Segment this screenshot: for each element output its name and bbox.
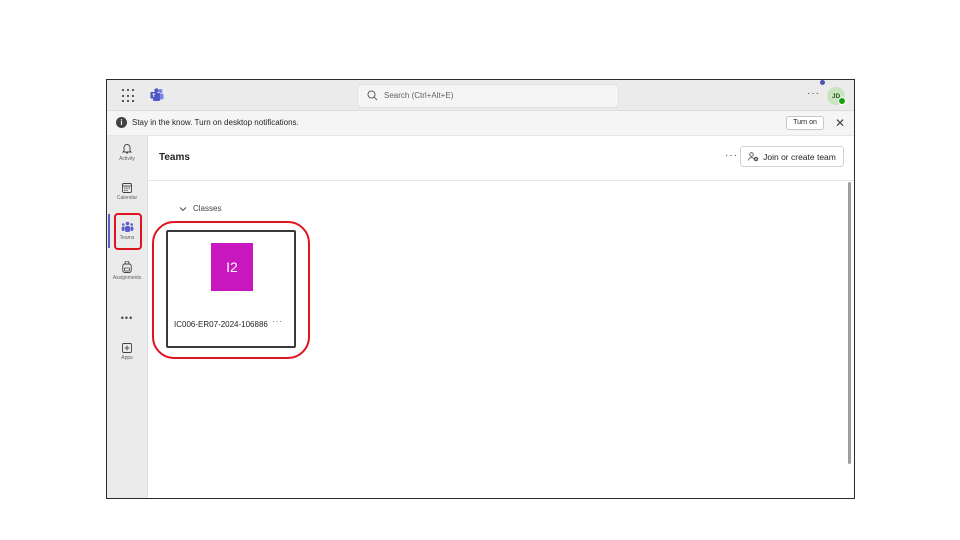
- rail-item-activity[interactable]: Activity: [107, 142, 147, 162]
- app-rail: Activity Calendar Teams Assignments ••• …: [107, 136, 148, 498]
- turn-on-button[interactable]: Turn on: [786, 116, 824, 130]
- teams-highlight: [114, 213, 142, 250]
- chevron-down-icon: [179, 206, 187, 211]
- rail-label-apps: Apps: [121, 355, 133, 361]
- notification-dot: [820, 80, 825, 85]
- app-launcher-icon[interactable]: [121, 88, 137, 104]
- page-header: Teams ··· Join or create team: [148, 136, 854, 181]
- more-options-icon[interactable]: ···: [807, 88, 820, 99]
- rail-label-assignments: Assignments: [112, 275, 142, 281]
- close-icon[interactable]: ✕: [835, 116, 845, 130]
- backpack-icon: [122, 261, 132, 273]
- classes-section-toggle[interactable]: Classes: [179, 204, 221, 213]
- people-add-icon: [748, 151, 759, 161]
- presence-available-icon: [838, 97, 846, 105]
- notification-bar: i Stay in the know. Turn on desktop noti…: [107, 111, 854, 136]
- page-title: Teams: [159, 152, 190, 163]
- rail-item-assignments[interactable]: Assignments: [107, 261, 147, 281]
- info-icon: i: [116, 117, 127, 128]
- title-bar: ··· JD: [107, 80, 854, 111]
- rail-item-apps[interactable]: Apps: [107, 342, 147, 361]
- search-bar[interactable]: [357, 84, 619, 108]
- rail-item-calendar[interactable]: Calendar: [107, 182, 147, 201]
- bell-icon: [121, 144, 133, 154]
- plus-square-icon: [122, 343, 132, 353]
- rail-item-more[interactable]: •••: [107, 308, 147, 326]
- search-icon: [367, 90, 378, 101]
- teams-logo-icon: [150, 88, 164, 101]
- header-more-icon[interactable]: ···: [725, 150, 738, 161]
- more-icon: •••: [120, 313, 134, 323]
- scrollbar[interactable]: [848, 182, 851, 464]
- team-card-highlight: [152, 221, 310, 359]
- rail-label-activity: Activity: [119, 156, 135, 162]
- section-label: Classes: [193, 204, 222, 213]
- search-input[interactable]: [384, 88, 609, 103]
- calendar-icon: [122, 183, 132, 193]
- join-or-create-team-button[interactable]: Join or create team: [740, 146, 844, 167]
- join-button-label: Join or create team: [763, 151, 836, 162]
- notification-text: Stay in the know. Turn on desktop notifi…: [132, 118, 299, 127]
- teams-window: ··· JD i Stay in the know. Turn on deskt…: [106, 79, 855, 499]
- rail-label-calendar: Calendar: [116, 195, 138, 201]
